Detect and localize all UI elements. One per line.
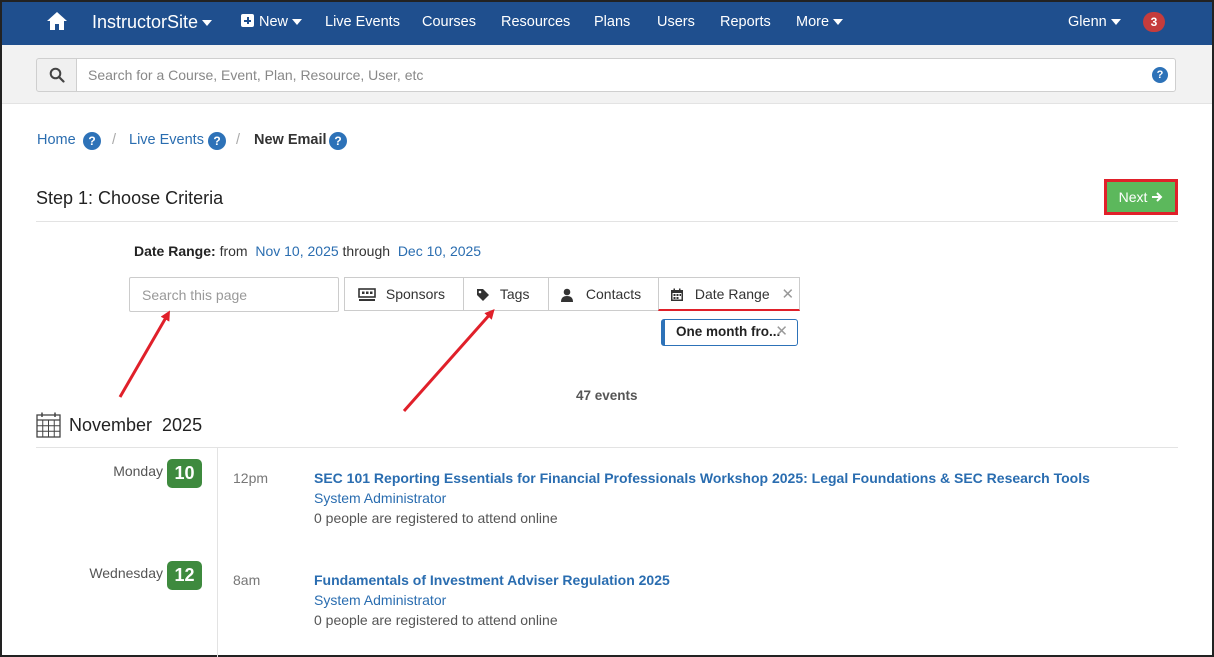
breadcrumb-current: New Email bbox=[254, 132, 327, 148]
annotation-arrow bbox=[402, 309, 495, 412]
chevron-down-icon bbox=[202, 20, 213, 27]
breadcrumb-home[interactable]: Home bbox=[37, 132, 76, 148]
search-button[interactable] bbox=[36, 58, 77, 92]
divider bbox=[36, 447, 1178, 448]
chevron-down-icon bbox=[292, 19, 303, 26]
breadcrumb: Home bbox=[37, 132, 76, 148]
chevron-down-icon bbox=[1110, 19, 1121, 26]
nav-plans[interactable]: Plans bbox=[594, 2, 630, 45]
more-menu[interactable]: More bbox=[796, 2, 844, 45]
day-name: Wednesday bbox=[89, 565, 163, 581]
brand-menu[interactable]: InstructorSite bbox=[92, 2, 213, 45]
calendar-icon bbox=[671, 288, 683, 302]
next-button[interactable]: Next bbox=[1104, 179, 1178, 215]
annotation-arrow bbox=[118, 310, 171, 398]
plus-icon bbox=[241, 14, 254, 27]
user-menu[interactable]: Glenn bbox=[1068, 2, 1121, 45]
step-title: Step 1: Choose Criteria bbox=[36, 188, 224, 208]
breadcrumb-separator: / bbox=[112, 132, 117, 148]
month-heading: November 2025 bbox=[69, 415, 203, 435]
event-registration-count: 0 people are registered to attend online bbox=[314, 510, 558, 526]
contacts-label: Contacts bbox=[585, 286, 642, 302]
live-events-help-icon[interactable]: ? bbox=[208, 132, 226, 150]
filter-contacts[interactable]: Contacts bbox=[548, 277, 659, 311]
date-range-to[interactable]: Dec 10, 2025 bbox=[398, 243, 481, 259]
sponsors-icon bbox=[358, 288, 376, 302]
date-range-label: Date Range: bbox=[134, 243, 216, 259]
sponsors-label: Sponsors bbox=[385, 286, 446, 302]
search-icon bbox=[49, 67, 65, 83]
top-navbar: InstructorSite New Live Events Courses R… bbox=[2, 2, 1212, 45]
brand-label: InstructorSite bbox=[92, 12, 199, 32]
nav-users[interactable]: Users bbox=[657, 2, 695, 45]
calendar-grid-icon bbox=[36, 412, 61, 438]
nav-reports[interactable]: Reports bbox=[720, 2, 771, 45]
day-name: Monday bbox=[113, 463, 163, 479]
date-range-filter-label: Date Range bbox=[694, 286, 770, 302]
nav-resources[interactable]: Resources bbox=[501, 2, 570, 45]
page-search-input[interactable] bbox=[129, 277, 339, 312]
date-range-summary: Date Range: from Nov 10, 2025 through De… bbox=[134, 243, 481, 259]
filter-tags[interactable]: Tags bbox=[463, 277, 549, 311]
event-title-link[interactable]: Fundamentals of Investment Adviser Regul… bbox=[314, 572, 670, 588]
event-time: 12pm bbox=[233, 470, 269, 486]
global-search-input[interactable] bbox=[76, 58, 1176, 92]
event-count: 47 events bbox=[576, 388, 638, 403]
chip-label: One month fro... bbox=[676, 324, 781, 339]
event-host-link[interactable]: System Administrator bbox=[314, 490, 446, 506]
new-email-help-icon[interactable]: ? bbox=[329, 132, 347, 150]
nav-courses[interactable]: Courses bbox=[422, 2, 476, 45]
day-number-badge: 10 bbox=[167, 459, 202, 488]
day-number-badge: 12 bbox=[167, 561, 202, 590]
nav-live-events[interactable]: Live Events bbox=[325, 2, 400, 45]
more-label: More bbox=[796, 14, 830, 30]
event-title-link[interactable]: SEC 101 Reporting Essentials for Financi… bbox=[314, 470, 1090, 486]
tag-icon bbox=[477, 289, 489, 302]
filter-sponsors[interactable]: Sponsors bbox=[344, 277, 464, 311]
tags-label: Tags bbox=[499, 286, 530, 302]
event-registration-count: 0 people are registered to attend online bbox=[314, 612, 558, 628]
breadcrumb-separator: / bbox=[236, 132, 241, 148]
breadcrumb-live-events[interactable]: Live Events bbox=[129, 132, 204, 148]
event-host-link[interactable]: System Administrator bbox=[314, 592, 446, 608]
close-icon[interactable]: ✕ bbox=[775, 320, 788, 344]
home-help-icon[interactable]: ? bbox=[83, 132, 101, 150]
new-label: New bbox=[259, 14, 289, 30]
filter-date-range[interactable]: Date Range ✕ bbox=[658, 277, 800, 311]
through-word: through bbox=[342, 243, 391, 259]
event-time: 8am bbox=[233, 572, 261, 588]
divider bbox=[36, 221, 1178, 222]
global-search-bar: ? bbox=[2, 45, 1212, 104]
next-label: Next bbox=[1118, 189, 1148, 205]
person-icon bbox=[561, 288, 573, 303]
arrow-right-icon bbox=[1152, 192, 1163, 202]
close-icon[interactable]: ✕ bbox=[782, 286, 795, 303]
day-column-divider bbox=[217, 448, 218, 657]
user-name: Glenn bbox=[1068, 14, 1107, 30]
date-range-chip[interactable]: One month fro... ✕ bbox=[661, 319, 798, 346]
date-range-from[interactable]: Nov 10, 2025 bbox=[255, 243, 338, 259]
search-help-icon[interactable]: ? bbox=[1152, 67, 1168, 83]
from-word: from bbox=[219, 243, 248, 259]
chevron-down-icon bbox=[833, 19, 844, 26]
notification-badge[interactable]: 3 bbox=[1143, 12, 1165, 32]
new-menu[interactable]: New bbox=[241, 2, 303, 45]
